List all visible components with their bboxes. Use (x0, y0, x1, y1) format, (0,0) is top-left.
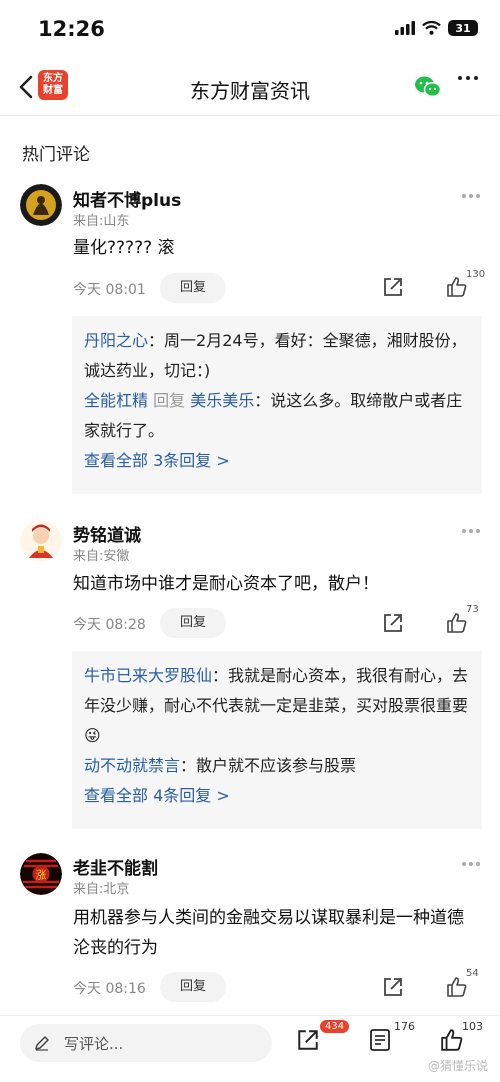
reply-preview: 丹阳之心：周一2月24号，看好：全聚德，湘财股份，诚达药业，切记：) 全能杠精 … (72, 316, 482, 494)
app-logo: 东方 财富 (38, 70, 68, 100)
share-bar-button[interactable] (296, 1028, 320, 1056)
reply-separator: ： (148, 331, 165, 350)
comment-text: 用机器参与人类间的金融交易以谋取暴利是一种道德沦丧的行为 (73, 908, 464, 958)
like-button[interactable] (446, 612, 468, 638)
comment-input-placeholder: 写评论... (64, 1034, 124, 1053)
reply-preview: 牛市已来大罗股仙：我就是耐心资本，我很有耐心，去年没少赚，耐心不代表就一定是韭菜… (72, 651, 482, 829)
status-bar: 12:26 31 (0, 0, 500, 56)
comment-more-button[interactable] (462, 529, 480, 533)
reply-separator: ： (180, 756, 197, 775)
comment-list-icon (370, 1029, 390, 1051)
share-button[interactable] (382, 612, 404, 638)
status-icons: 31 (395, 20, 478, 36)
username[interactable]: 势铭道诚 (73, 521, 141, 546)
pen-icon (35, 1036, 49, 1051)
thumbs-up-icon (441, 1029, 463, 1051)
location: 来自:北京 (73, 882, 130, 897)
more-button[interactable] (458, 76, 478, 80)
like-button[interactable] (446, 976, 468, 1002)
username[interactable]: 老韭不能割 (73, 854, 158, 879)
battery-icon: 31 (448, 20, 478, 36)
reply-item: 动不动就禁言：散户就不应该参与股票 (84, 751, 470, 781)
like-count: 54 (466, 968, 479, 979)
comments-bar-button[interactable] (368, 1028, 392, 1056)
like-count: 130 (466, 269, 486, 280)
comment-text: 量化????? 滚 (73, 238, 175, 258)
reply-author[interactable]: 丹阳之心 (84, 331, 148, 350)
reply-author[interactable]: 全能杠精 (84, 391, 148, 410)
signal-icon (395, 21, 415, 35)
share-icon (384, 278, 402, 296)
avatar[interactable] (20, 520, 62, 562)
chevron-left-icon (19, 75, 33, 99)
wifi-icon (422, 21, 441, 35)
bottom-bar: 写评论... 434 176 103 @猜懂乐说 (0, 1015, 500, 1082)
reply-item: 全能杠精 回复 美乐美乐：说这么多。取缔散户或者庄家就行了。 (84, 386, 470, 446)
reply-separator: ： (212, 666, 229, 685)
reply-item: 牛市已来大罗股仙：我就是耐心资本，我很有耐心，去年没少赚，耐心不代表就一定是韭菜… (84, 661, 470, 751)
share-count-badge: 434 (320, 1020, 350, 1033)
avatar-text: 涨 (36, 869, 47, 882)
reply-target[interactable]: 美乐美乐 (190, 391, 254, 410)
comment-time: 今天 08:01 (73, 282, 146, 298)
wechat-icon (415, 76, 442, 98)
comment-time: 今天 08:16 (73, 981, 146, 997)
comments-count: 176 (394, 1020, 415, 1033)
view-all-replies-link[interactable]: 查看全部 4条回复 > (84, 781, 470, 811)
reply-button[interactable]: 回复 (160, 608, 226, 638)
reply-separator: ： (254, 391, 271, 410)
location: 来自:安徽 (73, 549, 130, 564)
view-all-replies-link[interactable]: 查看全部 3条回复 > (84, 446, 470, 476)
thumbs-up-icon (447, 977, 467, 997)
avatar[interactable]: 涨 (20, 853, 62, 895)
thumbs-up-icon (447, 277, 467, 297)
thumbs-up-icon (447, 613, 467, 633)
like-bar-button[interactable] (440, 1028, 464, 1056)
avatar[interactable] (20, 184, 62, 226)
share-icon (384, 978, 402, 996)
watermark: @猜懂乐说 (427, 1059, 488, 1073)
comment-input[interactable]: 写评论... (20, 1024, 272, 1062)
status-time: 12:26 (38, 17, 105, 41)
comment-text: 知道市场中谁才是耐心资本了吧，散户！ (73, 574, 379, 594)
share-button[interactable] (382, 976, 404, 1002)
comment-more-button[interactable] (462, 862, 480, 866)
wechat-share-button[interactable] (414, 75, 442, 103)
share-icon (384, 614, 402, 632)
reply-author[interactable]: 动不动就禁言 (84, 756, 180, 775)
like-button[interactable] (446, 276, 468, 302)
reply-author[interactable]: 牛市已来大罗股仙 (84, 666, 212, 685)
reply-button[interactable]: 回复 (160, 972, 226, 1002)
reply-item: 丹阳之心：周一2月24号，看好：全聚德，湘财股份，诚达药业，切记：) (84, 326, 470, 386)
comment-more-button[interactable] (462, 194, 480, 198)
comment-time: 今天 08:28 (73, 617, 146, 633)
back-button[interactable] (12, 72, 40, 102)
like-count: 73 (466, 604, 479, 615)
share-button[interactable] (382, 276, 404, 302)
location: 来自:山东 (73, 214, 130, 229)
nav-bar: 东方财富资讯 东方 财富 (0, 58, 500, 116)
section-title: 热门评论 (22, 145, 90, 165)
reply-button[interactable]: 回复 (160, 273, 226, 303)
reply-label: 回复 (148, 391, 191, 410)
likes-count: 103 (462, 1020, 483, 1033)
reply-text: 散户就不应该参与股票 (196, 756, 357, 775)
username[interactable]: 知者不博plus (73, 186, 181, 211)
share-icon (298, 1030, 318, 1050)
